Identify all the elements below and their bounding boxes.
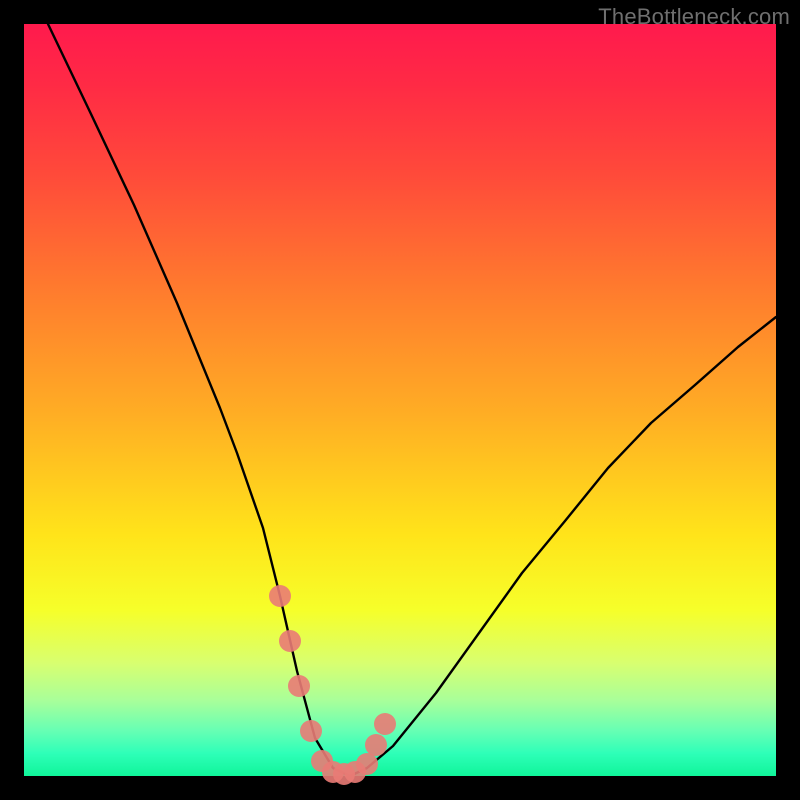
marker-group: [269, 585, 396, 785]
curve-marker: [300, 720, 322, 742]
bottleneck-curve: [48, 24, 776, 776]
outer-frame: TheBottleneck.com: [0, 0, 800, 800]
curve-marker: [288, 675, 310, 697]
curve-marker: [365, 734, 387, 756]
curve-marker: [269, 585, 291, 607]
chart-svg: [24, 24, 776, 776]
plot-area: [24, 24, 776, 776]
curve-marker: [356, 753, 378, 775]
curve-marker: [279, 630, 301, 652]
curve-marker: [374, 713, 396, 735]
